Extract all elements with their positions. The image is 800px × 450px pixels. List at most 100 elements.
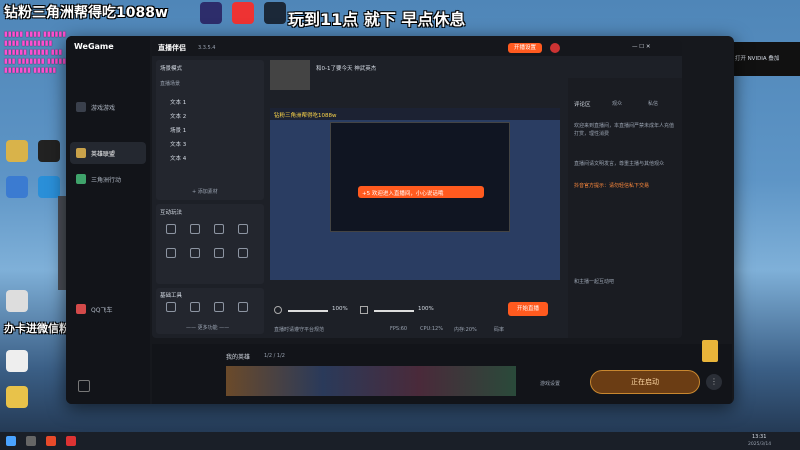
qqspeed-icon <box>76 304 86 314</box>
clock-time: 13:31 <box>752 434 767 440</box>
nav-item-delta[interactable]: 三角洲行动 <box>70 168 146 190</box>
tab-messages[interactable]: 私信 <box>648 100 658 107</box>
nested-preview <box>330 122 510 232</box>
hero-cards[interactable] <box>226 366 516 396</box>
tool-title: 直播伴侣 <box>158 44 186 52</box>
session-title: 和0-1了要今天 神武英杰 <box>316 66 377 72</box>
session-thumbnail <box>270 60 310 90</box>
rank-icon[interactable] <box>166 248 176 258</box>
comment-column: 评论区 观众 私信 欢迎来到直播间，本直播间严禁未成年人充值打赏，理性消费 直播… <box>568 78 682 338</box>
desktop-icon[interactable] <box>34 140 64 180</box>
nav-item-qqspeed[interactable]: QQ飞车 <box>70 298 146 320</box>
download-icon[interactable] <box>238 302 248 312</box>
stream-preview: 钻粉三角洲帮得吃1088w +5 欢迎进入直播间，小心说话哦 <box>270 108 560 280</box>
comment-highlight: 抖音官方提示：请勿轻信私下交易 <box>574 183 650 189</box>
more-options-icon[interactable]: ⋮ <box>706 374 722 390</box>
bag-icon[interactable] <box>214 224 224 234</box>
nav-item-home[interactable]: 游戏游戏 <box>70 96 146 118</box>
common-grid <box>166 302 262 312</box>
fan-title: 钻粉三角洲帮得吃1088w <box>4 5 168 21</box>
start-game-button[interactable]: 正在启动 <box>590 370 700 394</box>
system-volume: 100% <box>418 306 434 312</box>
scene-panel: 场景模式 直播场景 文本 1 文本 2 场景 1 文本 3 文本 4 + 添加素… <box>156 60 264 200</box>
desktop-icon[interactable] <box>2 350 32 390</box>
pk-icon[interactable] <box>214 248 224 258</box>
app-icon[interactable] <box>46 436 56 446</box>
desktop-icon[interactable] <box>2 140 32 180</box>
live-settings-button[interactable]: 开播设置 <box>508 43 542 53</box>
tools-grid <box>166 224 262 258</box>
scene-item[interactable]: 场景 1 <box>170 126 186 134</box>
tab-comments[interactable]: 评论区 <box>574 100 591 108</box>
system-slider[interactable] <box>374 310 414 312</box>
stat-bitrate: 码率 <box>494 327 505 333</box>
nav-item-lol[interactable]: 英雄联盟 <box>70 142 146 164</box>
tab-viewers[interactable]: 观众 <box>612 100 622 107</box>
fans-icon[interactable] <box>190 224 200 234</box>
window-controls[interactable]: — ☐ ✕ <box>632 44 651 50</box>
scene-item[interactable]: 文本 2 <box>170 112 186 120</box>
add-scene-button[interactable]: + 添加素材 <box>192 188 218 195</box>
gift-icon[interactable] <box>166 224 176 234</box>
avatar[interactable] <box>550 43 560 53</box>
app-icon[interactable] <box>66 436 76 446</box>
comment-note: 和主播一起互动吧 <box>574 279 615 285</box>
game-settings-link[interactable]: 游戏设置 <box>540 380 560 387</box>
app-icon <box>6 290 28 312</box>
folder-icon <box>6 140 28 162</box>
scene-title: 直播场景 <box>160 81 181 87</box>
speaker-icon[interactable] <box>360 306 368 314</box>
stat-fps: FPS:60 <box>390 326 408 332</box>
theme-icon[interactable] <box>166 302 176 312</box>
lol-icon <box>76 148 86 158</box>
go-live-button[interactable]: 开始直播 <box>508 302 548 316</box>
preview-topbar: 钻粉三角洲帮得吃1088w <box>270 108 560 120</box>
footer-note: 直播时请遵守平台规范 <box>274 327 325 333</box>
tool-version: 3.3.5.4 <box>198 45 216 51</box>
delta-icon <box>76 174 86 184</box>
comment-note: 直播间请文明发言，尊重主播与其他观众 <box>574 161 665 167</box>
stream-tool-header: 直播伴侣 3.3.5.4 开播设置 — ☐ ✕ <box>152 40 682 56</box>
scene-item[interactable]: 文本 1 <box>170 98 186 106</box>
live-icon[interactable] <box>190 302 200 312</box>
more-features[interactable]: —— 更多功能 —— <box>186 324 229 331</box>
desktop-icon[interactable] <box>2 176 32 216</box>
scene-group-label: 场景模式 <box>160 66 183 72</box>
app-icon <box>38 140 60 162</box>
age-rating-icon <box>702 340 718 362</box>
steam-icon <box>264 2 286 24</box>
mic-slider[interactable] <box>288 310 328 312</box>
brand-logo: WeGame <box>74 42 114 51</box>
menu-icon[interactable] <box>78 380 90 392</box>
stat-mem: 内存:20% <box>454 327 477 333</box>
popup-text: +5 欢迎进入直播间，小心说话哦 <box>362 191 444 197</box>
app-icon <box>6 176 28 198</box>
heroes-count: 1/2 / 1/2 <box>264 353 285 359</box>
clock-date: 2025/3/14 <box>748 442 772 447</box>
home-icon <box>76 102 86 112</box>
preview-title: 钻粉三角洲帮得吃1088w <box>274 113 337 119</box>
stream-tool-window: 直播伴侣 3.3.5.4 开播设置 — ☐ ✕ 场景模式 直播场景 文本 1 文… <box>152 40 682 338</box>
scene-item[interactable]: 文本 4 <box>170 154 186 162</box>
stat-cpu: CPU:12% <box>420 326 443 332</box>
app-icon <box>38 176 60 198</box>
app-icon <box>6 386 28 408</box>
search-icon[interactable] <box>26 436 36 446</box>
common-title: 基础工具 <box>160 293 183 299</box>
task-icon[interactable] <box>190 248 200 258</box>
start-icon[interactable] <box>6 436 16 446</box>
comment-note: 欢迎来到直播间，本直播间严禁未成年人充值打赏，理性消费 <box>574 123 675 137</box>
link-icon[interactable] <box>238 224 248 234</box>
window-icon[interactable] <box>214 302 224 312</box>
desktop-icon[interactable] <box>2 386 32 426</box>
scene-item[interactable]: 文本 3 <box>170 140 186 148</box>
launcher-window: WeGame 游戏游戏 英雄联盟 三角洲行动 QQ飞车 直播伴侣 3.3.5.4… <box>66 36 734 404</box>
settings-icon[interactable] <box>238 248 248 258</box>
launcher-sidebar: WeGame 游戏游戏 英雄联盟 三角洲行动 QQ飞车 <box>66 36 150 404</box>
common-panel: 基础工具 —— 更多功能 —— <box>156 288 264 334</box>
app-icon <box>200 2 222 24</box>
mic-icon[interactable] <box>274 306 282 314</box>
heroes-label: 我的英雄 <box>226 354 251 361</box>
app-icon <box>232 2 254 24</box>
mic-volume: 100% <box>332 306 348 312</box>
